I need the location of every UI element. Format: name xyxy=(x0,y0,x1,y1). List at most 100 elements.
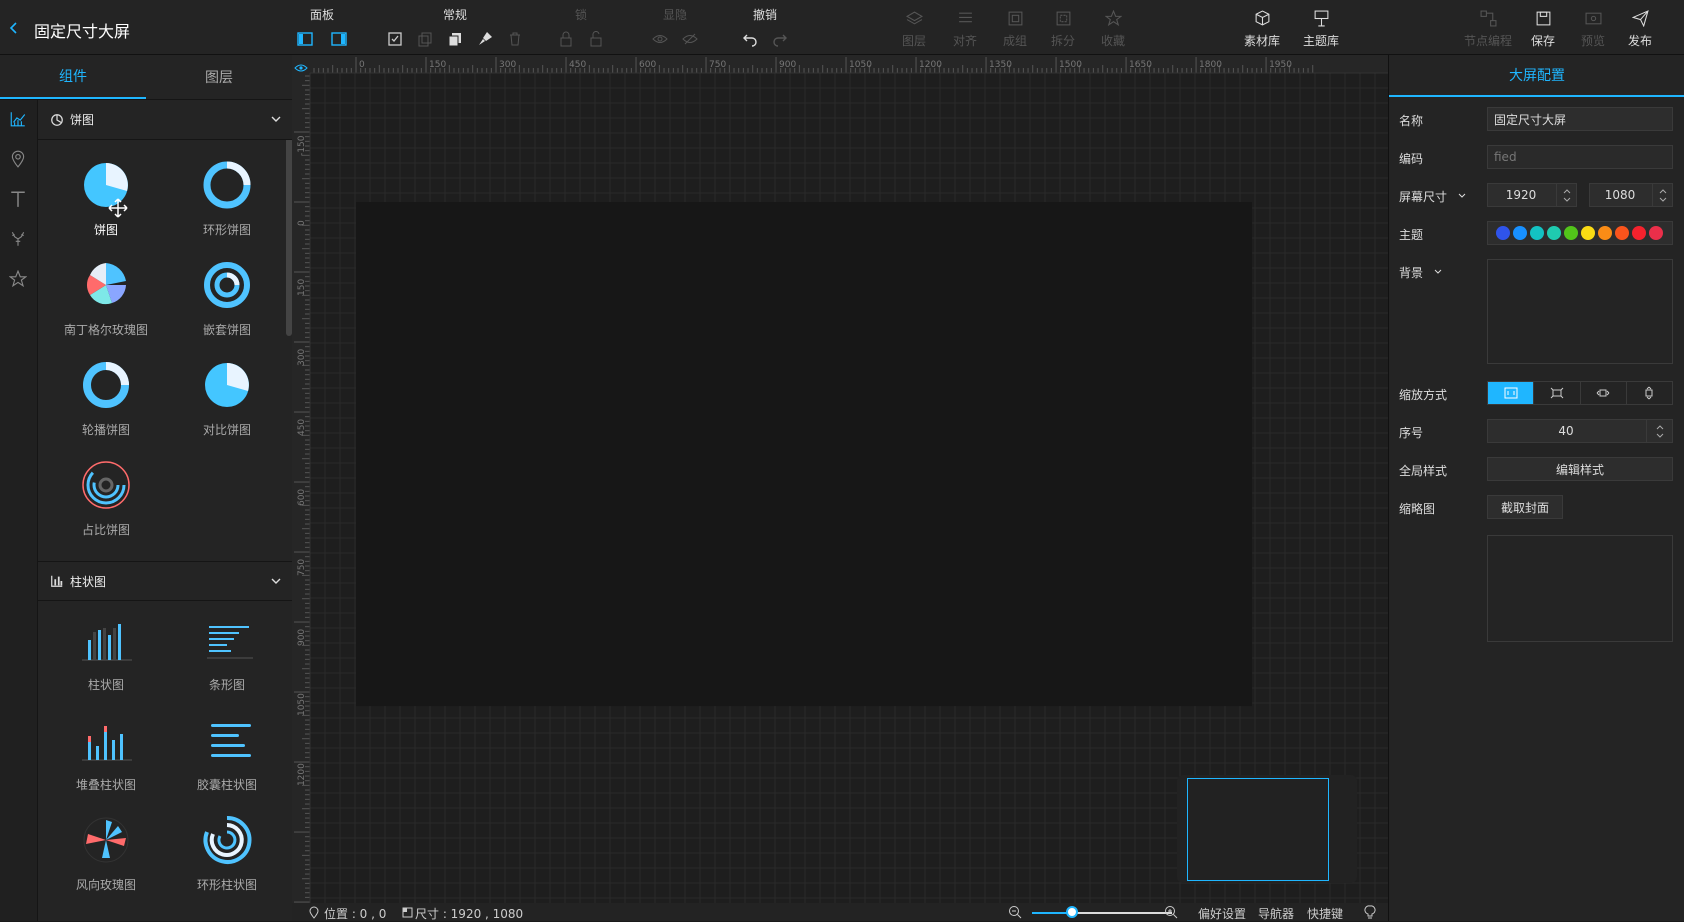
format-brush-icon[interactable] xyxy=(475,30,495,48)
paste-icon[interactable] xyxy=(445,30,465,48)
shortcuts-link[interactable]: 快捷键 xyxy=(1307,905,1343,922)
theme-color-swatch xyxy=(1547,226,1561,240)
capture-cover-button[interactable]: 截取封面 xyxy=(1487,495,1563,519)
eye-icon[interactable] xyxy=(294,59,308,72)
background-label[interactable]: 背景 xyxy=(1399,264,1443,281)
tab-components[interactable]: 组件 xyxy=(0,55,146,99)
component-ratio-pie[interactable]: 占比饼图 xyxy=(51,455,161,538)
hide-icon[interactable] xyxy=(680,30,700,48)
redo-icon[interactable] xyxy=(770,30,790,48)
stepper-arrows[interactable] xyxy=(1646,420,1672,442)
component-compare-pie[interactable]: 对比饼图 xyxy=(172,355,282,438)
theme-picker[interactable] xyxy=(1487,221,1673,245)
materials-button[interactable]: 素材库 xyxy=(1237,10,1287,49)
zoom-out-icon[interactable] xyxy=(1008,905,1022,919)
delete-icon[interactable] xyxy=(505,30,525,48)
thumbnail-preview xyxy=(1487,535,1673,642)
component-bar[interactable]: 柱状图 xyxy=(51,610,161,693)
deer-icon[interactable] xyxy=(9,230,27,252)
text-icon[interactable] xyxy=(9,190,27,212)
ruler-tick-label: 300 xyxy=(297,349,307,366)
navigator-minimap[interactable] xyxy=(1177,775,1357,883)
show-icon[interactable] xyxy=(650,30,670,48)
scale-height-button[interactable] xyxy=(1625,382,1672,404)
stepper-arrows[interactable] xyxy=(1556,184,1576,206)
component-wind-rose[interactable]: 风向玫瑰图 xyxy=(51,810,161,893)
ruler-tick-label: -150 xyxy=(297,135,307,156)
theme-color-swatch xyxy=(1632,226,1646,240)
bar-chart-thumb-icon xyxy=(82,624,132,661)
zoom-in-icon[interactable] xyxy=(1164,905,1178,919)
map-pin-icon[interactable] xyxy=(9,150,27,172)
background-text: 背景 xyxy=(1399,266,1424,280)
lightbulb-icon[interactable] xyxy=(1364,905,1376,919)
order-stepper[interactable]: 40 xyxy=(1487,419,1673,443)
name-field[interactable]: 固定尺寸大屏 xyxy=(1487,107,1673,131)
chart-category-icon[interactable] xyxy=(9,110,27,132)
component-nightingale-rose[interactable]: 南丁格尔玫瑰图 xyxy=(51,255,161,338)
zoom-slider[interactable] xyxy=(1032,912,1172,914)
unlock-icon[interactable] xyxy=(586,30,606,48)
code-field[interactable]: fied xyxy=(1487,145,1673,169)
component-nested-pie[interactable]: 嵌套饼图 xyxy=(172,255,282,338)
design-canvas[interactable]: 0 150 300 450 600 750 900 1050 1200 1350 1500 1650 1… xyxy=(292,55,1388,903)
chevron-down-icon xyxy=(271,116,281,122)
chevron-down-icon xyxy=(1656,433,1663,438)
zoom-slider-handle[interactable] xyxy=(1066,906,1078,918)
stepper-arrows[interactable] xyxy=(1652,184,1672,206)
themes-button[interactable]: 主题库 xyxy=(1296,10,1346,49)
align-button[interactable]: 对齐 xyxy=(940,10,990,49)
background-preview[interactable] xyxy=(1487,259,1673,364)
component-horizontal-bar[interactable]: 条形图 xyxy=(172,610,282,693)
ratio-pie-icon xyxy=(82,461,130,509)
category-header-bar[interactable]: 柱状图 xyxy=(38,561,292,601)
ruler-tick-label: 600 xyxy=(297,489,307,506)
preferences-link[interactable]: 偏好设置 xyxy=(1198,905,1246,922)
status-bar: 位置 : 0 , 0 尺寸 : 1920 , 1080 偏好设置 导航器 快捷键 xyxy=(292,903,1388,921)
back-icon[interactable] xyxy=(8,20,20,39)
scale-fit-button[interactable] xyxy=(1488,382,1534,404)
select-all-icon[interactable] xyxy=(385,30,405,48)
left-panel-toggle-icon[interactable] xyxy=(295,30,315,48)
component-ring-bar[interactable]: 环形柱状图 xyxy=(172,810,282,893)
component-capsule-bar[interactable]: 胶囊柱状图 xyxy=(172,710,282,793)
minimap-viewport[interactable] xyxy=(1187,778,1329,881)
width-fit-icon xyxy=(1596,389,1610,397)
tab-layers[interactable]: 图层 xyxy=(146,55,292,99)
favorite-label: 收藏 xyxy=(1100,34,1125,48)
scale-fill-button[interactable] xyxy=(1533,382,1579,404)
navigator-link[interactable]: 导航器 xyxy=(1258,905,1294,922)
split-button[interactable]: 拆分 xyxy=(1038,10,1088,49)
undo-icon[interactable] xyxy=(740,30,760,48)
right-panel-toggle-icon[interactable] xyxy=(329,30,349,48)
align-label: 对齐 xyxy=(952,34,977,48)
component-stacked-bar[interactable]: 堆叠柱状图 xyxy=(51,710,161,793)
layer-button[interactable]: 图层 xyxy=(889,10,939,49)
publish-button[interactable]: 发布 xyxy=(1615,10,1665,49)
ruler-tick-label: 750 xyxy=(709,60,726,70)
toolbar-group-undo: 撤销 xyxy=(740,8,790,48)
save-button[interactable]: 保存 xyxy=(1518,10,1568,49)
component-ring-pie[interactable]: 环形饼图 xyxy=(172,155,282,238)
screen-size-label[interactable]: 屏幕尺寸 xyxy=(1399,188,1467,205)
lock-icon[interactable] xyxy=(556,30,576,48)
wind-rose-icon xyxy=(83,817,129,863)
scale-width-button[interactable] xyxy=(1579,382,1626,404)
star-icon[interactable] xyxy=(8,269,28,292)
component-carousel-pie[interactable]: 轮播饼图 xyxy=(51,355,161,438)
preview-button[interactable]: 预览 xyxy=(1568,10,1618,49)
copy-icon[interactable] xyxy=(415,30,435,48)
horizontal-bar-icon xyxy=(207,626,253,659)
favorite-button[interactable]: 收藏 xyxy=(1088,10,1138,49)
publish-label: 发布 xyxy=(1627,34,1652,48)
layers-icon xyxy=(905,11,923,25)
component-pie[interactable]: 饼图 xyxy=(51,155,161,238)
edit-style-button[interactable]: 编辑样式 xyxy=(1487,457,1673,481)
group-button[interactable]: 成组 xyxy=(990,10,1040,49)
category-header-pie[interactable]: 饼图 xyxy=(38,100,292,140)
height-stepper[interactable]: 1080 xyxy=(1589,183,1673,207)
component-label: 对比饼图 xyxy=(202,423,251,437)
width-stepper[interactable]: 1920 xyxy=(1487,183,1577,207)
node-program-button[interactable]: 节点编程 xyxy=(1458,10,1518,49)
position-readout: 位置 : 0 , 0 xyxy=(324,907,387,921)
